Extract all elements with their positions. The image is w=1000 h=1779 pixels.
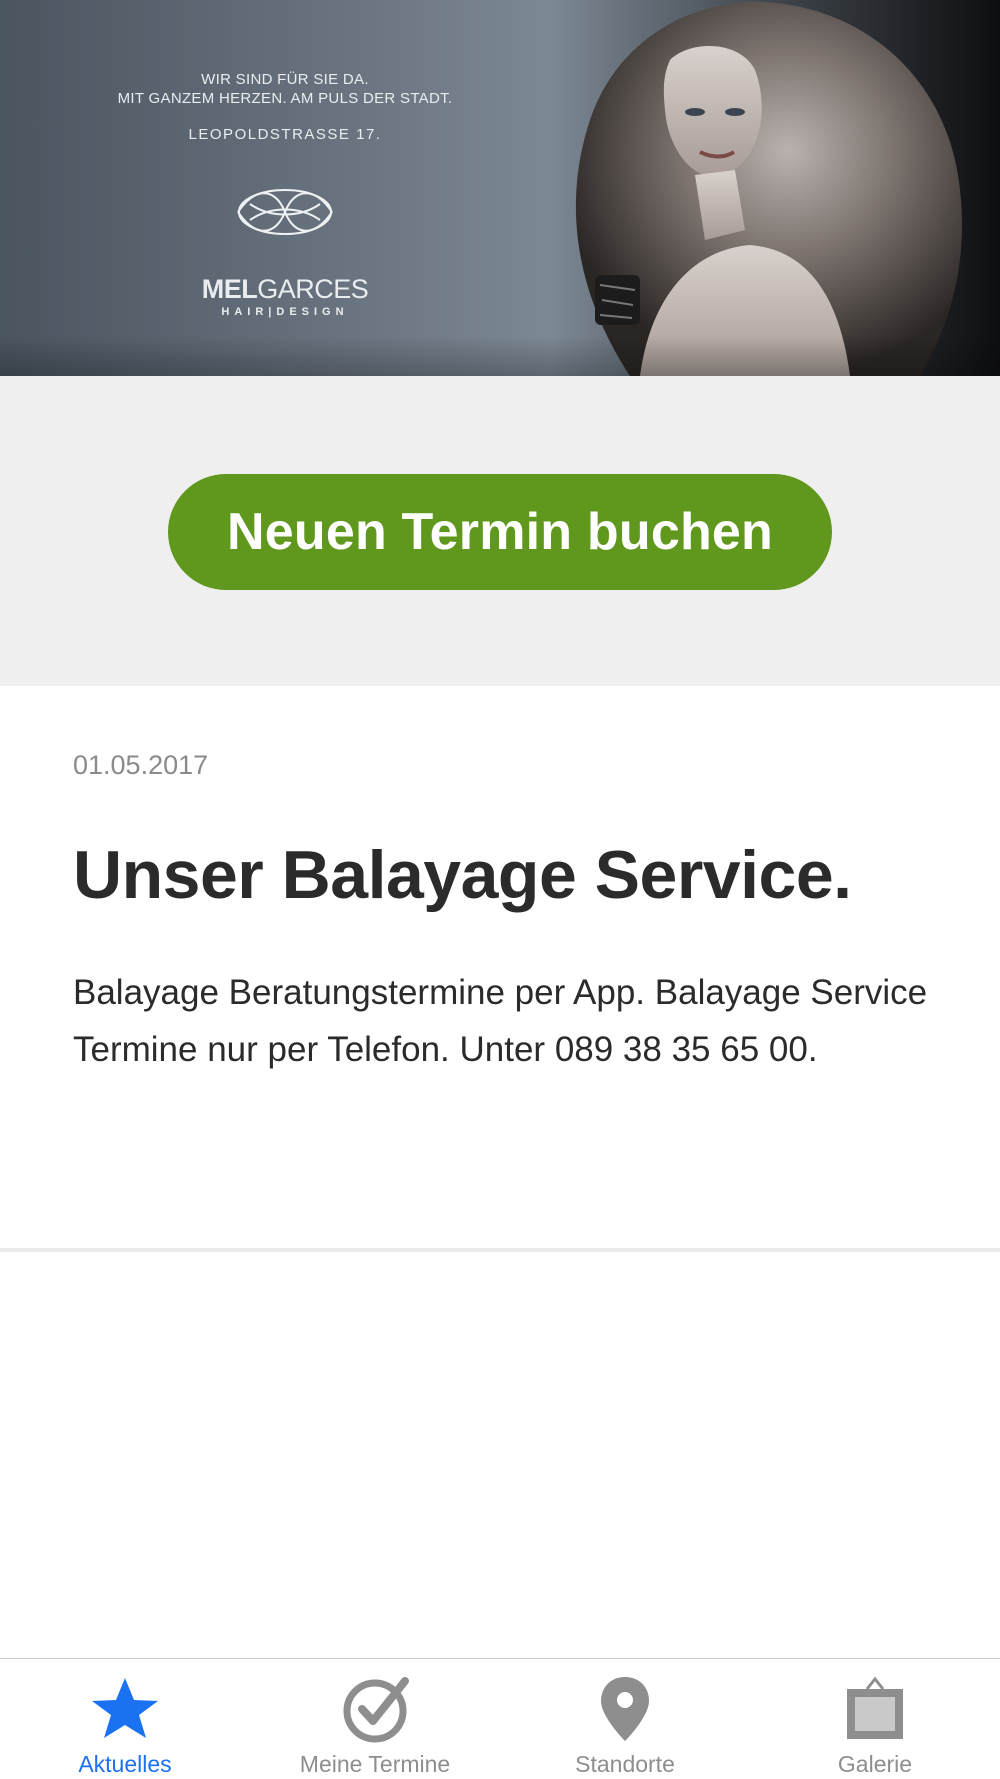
banner-shade — [0, 336, 1000, 376]
tab-label: Standorte — [575, 1751, 675, 1777]
tab-label: Galerie — [837, 1751, 913, 1777]
banner-tagline-line2: MIT GANZEM HERZEN. AM PULS DER STADT. — [117, 90, 453, 107]
brand-logo: MELGARCES — [95, 274, 475, 305]
header-banner: WIR SIND FÜR SIE DA. MIT GANZEM HERZEN. … — [0, 0, 1000, 376]
brand-name-light: GARCES — [257, 274, 369, 304]
banner-address: LEOPOLDSTRASSE 17. — [188, 126, 382, 143]
checkmark-circle-icon — [343, 1677, 409, 1743]
brand-subtitle: HAIR|DESIGN — [221, 306, 349, 318]
brand-name-bold: MEL — [201, 274, 258, 304]
news-item: 01.05.2017 Unser Balayage Service. Balay… — [0, 686, 1000, 1248]
news-title: Unser Balayage Service. — [73, 837, 852, 913]
tab-standorte[interactable]: Standorte — [500, 1659, 750, 1779]
tab-galerie[interactable]: Galerie — [750, 1659, 1000, 1779]
gallery-icon — [847, 1676, 903, 1739]
tab-label: Meine Termine — [299, 1751, 451, 1777]
tab-label: Aktuelles — [78, 1751, 172, 1777]
divider — [0, 1248, 1000, 1252]
news-body: Balayage Beratungstermine per App. Balay… — [73, 973, 928, 1069]
news-date: 01.05.2017 — [73, 750, 209, 780]
logo-ornament-icon — [237, 189, 333, 235]
model-portrait-image — [575, 1, 962, 376]
book-appointment-button[interactable]: Neuen Termin buchen — [168, 474, 832, 590]
tab-bar: Aktuelles Meine Termine Standorte Galeri… — [0, 1658, 1000, 1779]
tab-meine-termine[interactable]: Meine Termine — [250, 1659, 500, 1779]
star-icon — [92, 1678, 158, 1738]
banner-tagline: WIR SIND FÜR SIE DA. MIT GANZEM HERZEN. … — [95, 70, 475, 108]
map-pin-icon — [601, 1677, 649, 1741]
booking-section: Neuen Termin buchen — [0, 376, 1000, 686]
tab-aktuelles[interactable]: Aktuelles — [0, 1659, 250, 1779]
banner-tagline-line1: WIR SIND FÜR SIE DA. — [201, 71, 369, 88]
